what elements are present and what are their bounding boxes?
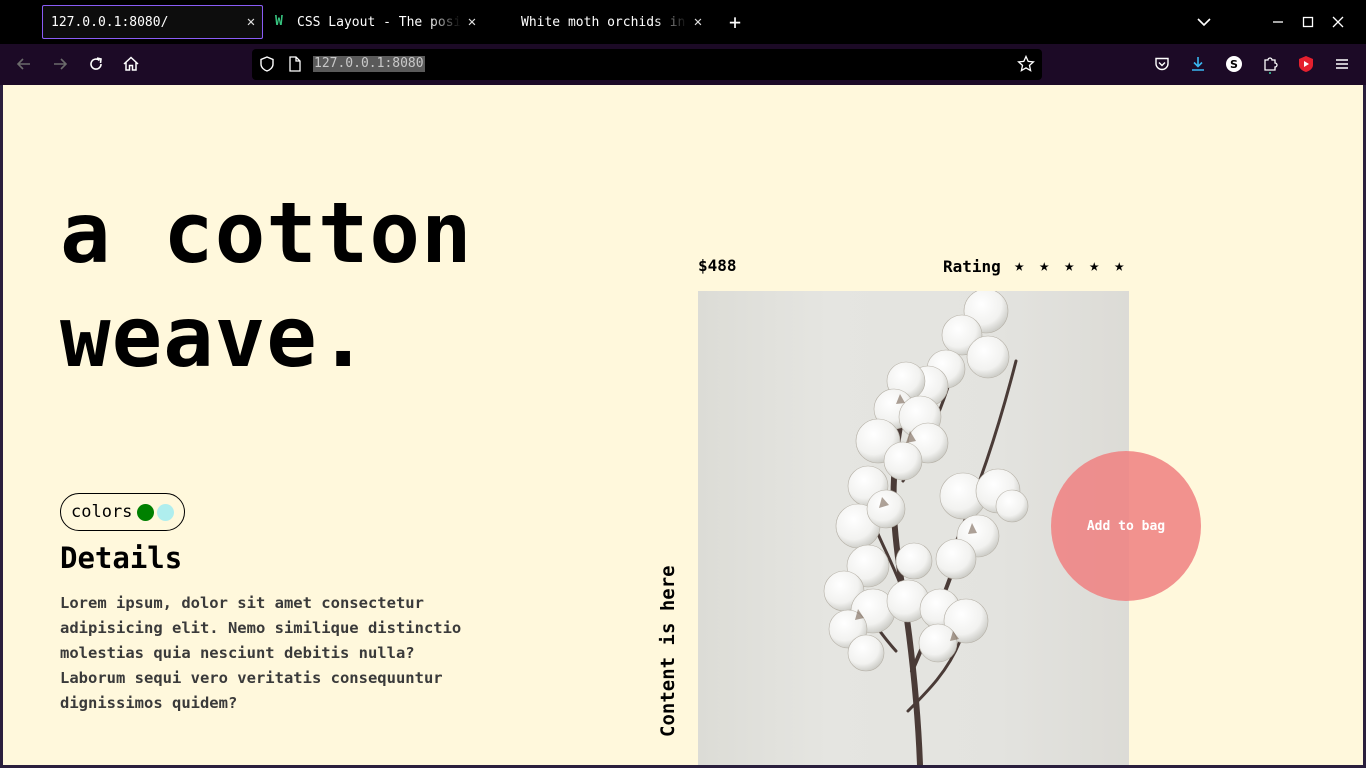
tab-white-moth-orchids[interactable]: White moth orchids in ✕: [519, 5, 709, 39]
reload-icon[interactable]: [86, 54, 106, 74]
tab-title: CSS Layout - The posi: [297, 14, 461, 30]
bookmark-star-icon[interactable]: [1016, 54, 1036, 74]
list-all-tabs-chevron-icon[interactable]: [1194, 12, 1214, 32]
star-icon: ★: [1089, 256, 1100, 276]
youtube-extension-icon[interactable]: [1296, 54, 1316, 74]
add-to-bag-button[interactable]: Add to bag: [1051, 451, 1201, 601]
tab-title: White moth orchids in: [521, 14, 686, 30]
back-arrow-icon[interactable]: [14, 54, 34, 74]
star-icon: ★: [1039, 256, 1050, 276]
url-text[interactable]: 127.0.0.1:8080: [313, 56, 425, 72]
star-icon: ★: [1114, 256, 1125, 276]
svg-text:S: S: [1230, 58, 1238, 71]
star-icon: ★: [1064, 256, 1075, 276]
extensions-puzzle-icon[interactable]: [1260, 54, 1280, 74]
forward-arrow-icon[interactable]: [50, 54, 70, 74]
close-tab-icon[interactable]: ✕: [461, 14, 483, 30]
vertical-content-label: Content is here: [657, 565, 679, 737]
minimize-icon[interactable]: [1268, 12, 1288, 32]
shield-icon[interactable]: [257, 54, 277, 74]
tab-localhost[interactable]: 127.0.0.1:8080/ ✕: [42, 5, 263, 39]
product-price: $488: [698, 256, 737, 275]
web-page: a cotton weave. colors Details Lorem ips…: [3, 85, 1363, 765]
maximize-icon[interactable]: [1298, 12, 1318, 32]
star-icon: ★: [1014, 256, 1025, 276]
rating-label: Rating: [943, 256, 1001, 276]
menu-hamburger-icon[interactable]: [1332, 54, 1352, 74]
w3schools-icon: W: [275, 14, 283, 29]
home-icon[interactable]: [121, 54, 141, 74]
rating-stars: ★ ★ ★ ★ ★: [1007, 256, 1132, 276]
tab-bar: 127.0.0.1:8080/ ✕ W CSS Layout - The pos…: [0, 0, 1366, 44]
downloads-icon[interactable]: [1188, 54, 1208, 74]
tab-css-layout[interactable]: W CSS Layout - The posi ✕: [273, 5, 483, 39]
pocket-icon[interactable]: [1152, 54, 1172, 74]
extension-s-icon[interactable]: S: [1224, 54, 1244, 74]
new-tab-button[interactable]: +: [725, 10, 745, 34]
address-bar[interactable]: 127.0.0.1:8080: [252, 49, 1042, 80]
tab-title: 127.0.0.1:8080/: [51, 14, 169, 30]
close-tab-icon[interactable]: ✕: [240, 14, 262, 30]
close-tab-icon[interactable]: ✕: [687, 14, 709, 30]
colors-selector: colors: [60, 493, 186, 531]
navigation-toolbar: 127.0.0.1:8080 S: [0, 44, 1366, 85]
hero-title-line-1: a cotton: [60, 184, 473, 282]
color-swatch-green[interactable]: [137, 503, 155, 521]
details-heading: Details: [60, 541, 183, 575]
hero-title-line-2: weave.: [60, 288, 370, 386]
hero-title: a cotton weave.: [60, 181, 473, 389]
product-rating: Rating ★ ★ ★ ★ ★: [943, 256, 1132, 276]
colors-label: colors: [71, 502, 133, 522]
page-icon[interactable]: [285, 54, 305, 74]
color-swatch-light-blue[interactable]: [157, 503, 175, 521]
close-window-icon[interactable]: [1328, 12, 1348, 32]
details-text: Lorem ipsum, dolor sit amet consectetur …: [60, 594, 462, 712]
